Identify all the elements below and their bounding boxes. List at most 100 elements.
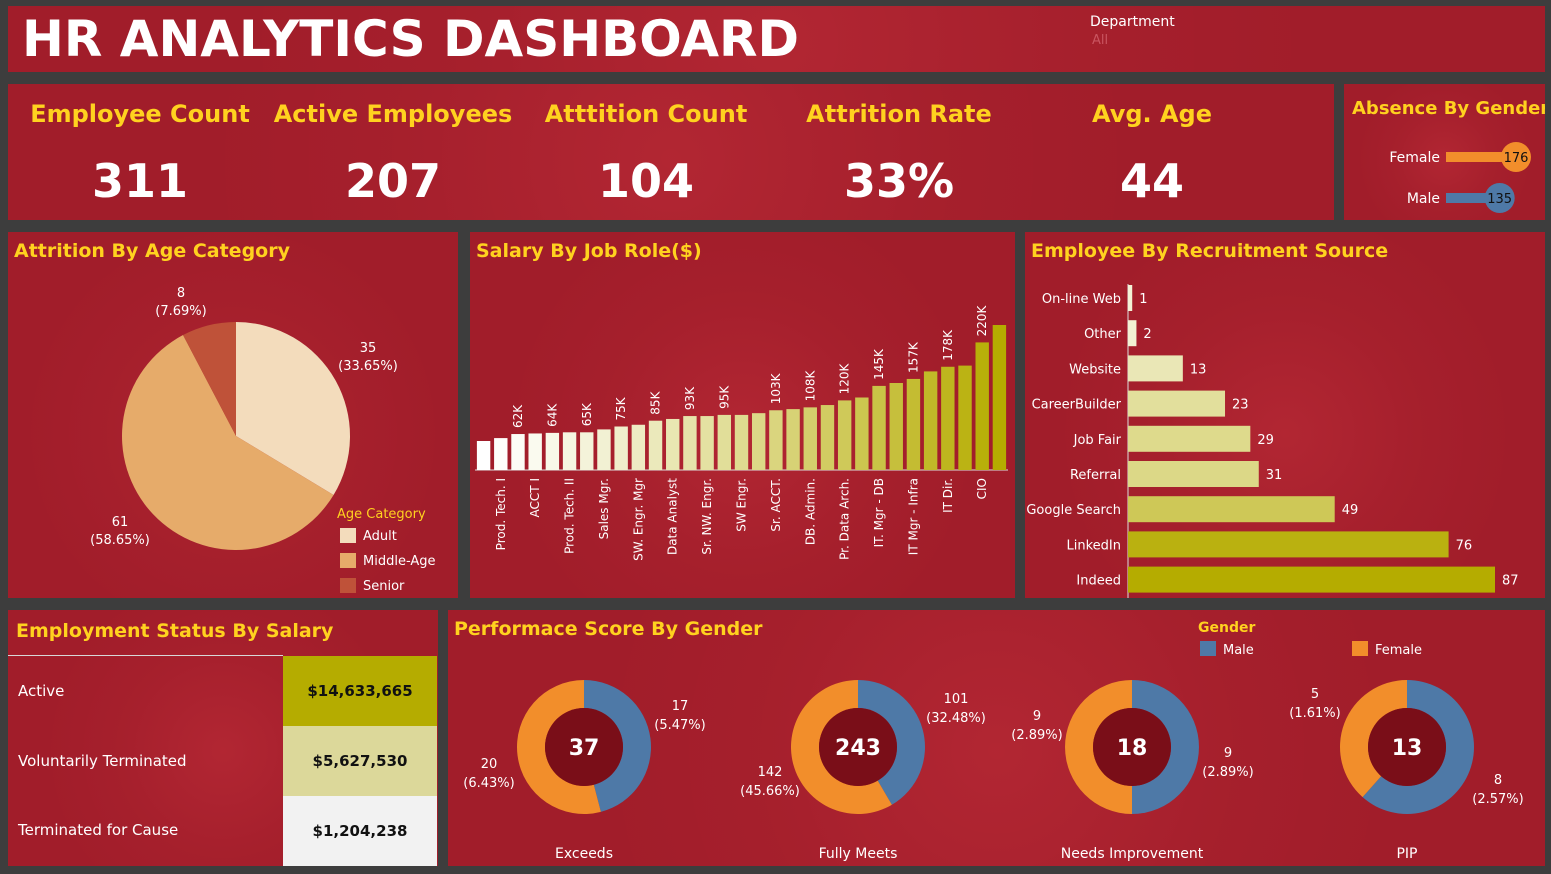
recruit-data-label: 29 [1257,433,1274,448]
kpi-value: 44 [1119,154,1184,208]
salary-bar[interactable] [717,414,732,470]
salary-bar[interactable] [597,429,611,470]
salary-data-label: 108K [803,369,817,401]
recruit-data-label: 1 [1139,292,1147,307]
absence-label: Male [1407,191,1440,207]
recruit-bar[interactable] [1128,285,1133,311]
perf-donut-charts: Gender Male Female 37 Exceeds 17 (5.47%) 20 (6.4… [463,620,1523,862]
salary-bar[interactable] [803,407,817,470]
kpi-panel: Employee Count 311 Active Employees 207 … [8,84,1334,220]
salary-bar[interactable] [941,366,955,470]
recruit-bar[interactable] [1128,355,1183,382]
salary-tick-label: DB. Admin. [803,478,817,545]
salary-bar[interactable] [872,385,886,470]
kpi-value: 104 [597,154,695,208]
salary-bar[interactable] [700,416,714,470]
kpi-label: Atttition Count [544,100,748,128]
salary-data-label: 103K [769,372,783,404]
salary-data-label: 62K [511,404,525,428]
salary-bar[interactable] [734,414,749,470]
recruit-panel: Employee By Recruitment Source On-line W… [1025,232,1545,598]
donut-female-pct: (1.61%) [1289,706,1340,721]
recruit-bar[interactable] [1128,496,1335,523]
recruit-bar[interactable] [1128,531,1449,558]
pie-data-pct: (58.65%) [90,533,150,548]
salary-bar[interactable] [683,416,697,470]
salary-bar[interactable] [614,426,628,471]
salary-bar[interactable] [889,383,903,470]
kpi-label: Employee Count [30,100,250,128]
salary-data-label: 93K [683,386,697,410]
legend-title: Age Category [337,507,426,522]
salary-bar[interactable] [769,410,783,470]
salary-bar[interactable] [975,342,989,470]
salary-bar[interactable] [837,400,852,470]
salary-bar[interactable] [666,418,680,470]
salary-data-label: 157K [906,341,920,373]
recruit-bar[interactable] [1128,320,1137,347]
salary-bar[interactable] [545,432,560,470]
recruit-category-label: Google Search [1026,503,1121,518]
recruit-data-label: 49 [1342,503,1359,518]
salary-bar[interactable] [476,441,491,470]
salary-bar[interactable] [494,438,508,470]
salary-bar[interactable] [631,424,646,470]
legend-swatch [340,553,356,568]
recruit-bar[interactable] [1128,566,1495,593]
donut-category-label: Fully Meets [819,846,898,862]
donut-total: 243 [835,736,881,761]
salary-data-label: 85K [649,390,663,414]
recruit-bar[interactable] [1128,390,1226,417]
salary-data-label: 75K [614,396,628,420]
donut-male-pct: (32.48%) [926,711,986,726]
donut-male-label: 8 [1494,773,1502,788]
salary-bar[interactable] [992,325,1007,470]
salary-bar[interactable] [511,434,525,470]
recruit-category-label: Website [1069,362,1121,377]
recruit-bar[interactable] [1128,425,1251,452]
recruit-bar-chart: On-line Web 1 Other 2 Website 13 CareerBuilder… [1026,284,1519,598]
donut-total: 18 [1117,736,1148,761]
salary-bar[interactable] [958,365,972,470]
legend-label: Male [1223,643,1254,658]
status-label: Terminated for Cause [18,821,179,839]
salary-bar[interactable] [855,397,869,471]
donut-male-label: 101 [944,692,969,707]
salary-bar[interactable] [580,432,594,470]
recruit-bar[interactable] [1128,461,1259,487]
salary-bar[interactable] [648,420,663,470]
pie-data-label: 35 [360,341,377,356]
salary-data-label: 220K [975,304,989,336]
salary-bar[interactable] [786,409,800,470]
salary-tick-label: Pr. Data Arch. [838,478,852,560]
donut-female-label: 142 [758,765,783,780]
salary-bar[interactable] [751,413,766,470]
legend-swatch [1200,641,1216,656]
department-filter[interactable]: Department All [1090,14,1250,56]
salary-tick-label: Sales Mgr. [597,478,611,539]
legend-label: Female [1375,643,1422,658]
salary-tick-label: SW. Engr. Mgr [631,478,645,561]
donut-male-label: 9 [1224,746,1232,761]
salary-bar[interactable] [923,371,938,470]
salary-tick-label: Data Analyst [666,478,680,555]
salary-bar[interactable] [528,433,542,470]
status-title: Employment Status By Salary [16,620,334,642]
donut-male-pct: (2.57%) [1472,792,1523,807]
recruit-data-label: 76 [1456,538,1473,553]
dashboard: HR ANALYTICS DASHBOARD Department All Em… [0,0,1551,874]
salary-bar[interactable] [820,405,835,470]
salary-tick-label: SW Engr. [735,478,749,532]
salary-tick-label: ACCT I [528,478,542,517]
salary-data-label: 95K [717,385,731,409]
salary-bar[interactable] [906,378,921,470]
legend-label: Middle-Age [363,554,436,569]
donut-total: 13 [1392,736,1423,761]
recruit-category-label: Referral [1070,468,1121,483]
legend-label: Adult [363,529,397,544]
salary-data-label: 145K [872,348,886,380]
absence-chart: Female 176 Male 135 [1389,142,1531,213]
department-filter-label: Department [1090,14,1175,30]
donut-total: 37 [569,736,600,761]
salary-bar[interactable] [562,432,577,470]
